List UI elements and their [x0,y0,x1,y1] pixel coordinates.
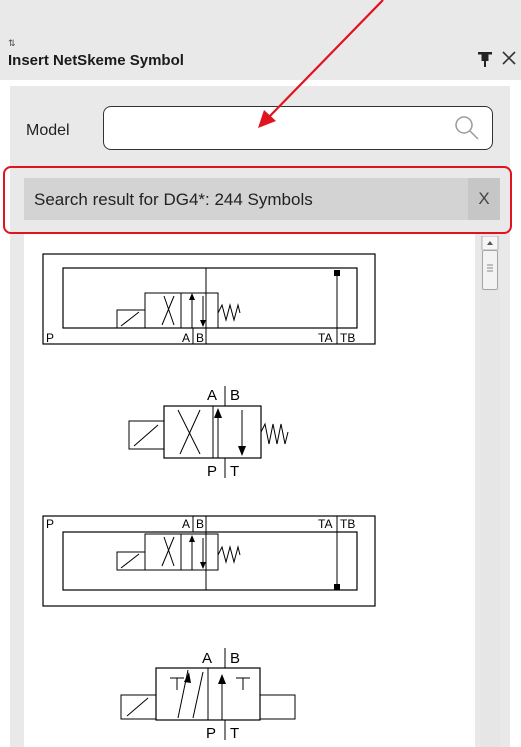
scroll-thumb[interactable] [482,250,498,290]
search-icon[interactable] [453,114,481,142]
grip-icon [487,264,493,272]
highlight-annotation [3,166,512,234]
symbol-list[interactable] [24,234,475,747]
pin-icon[interactable] [478,50,492,73]
pin-icon-glyph [478,52,492,67]
close-icon-glyph [502,51,516,65]
model-search-input[interactable] [103,106,493,150]
background-top [0,0,521,40]
close-icon[interactable] [501,50,517,71]
model-label: Model [26,122,70,139]
scrollbar[interactable] [480,236,500,747]
panel-title: Insert NetSkeme Symbol [8,52,184,69]
panel-drag-icon: ⇅ [8,38,16,48]
scroll-up-icon[interactable] [480,236,500,250]
